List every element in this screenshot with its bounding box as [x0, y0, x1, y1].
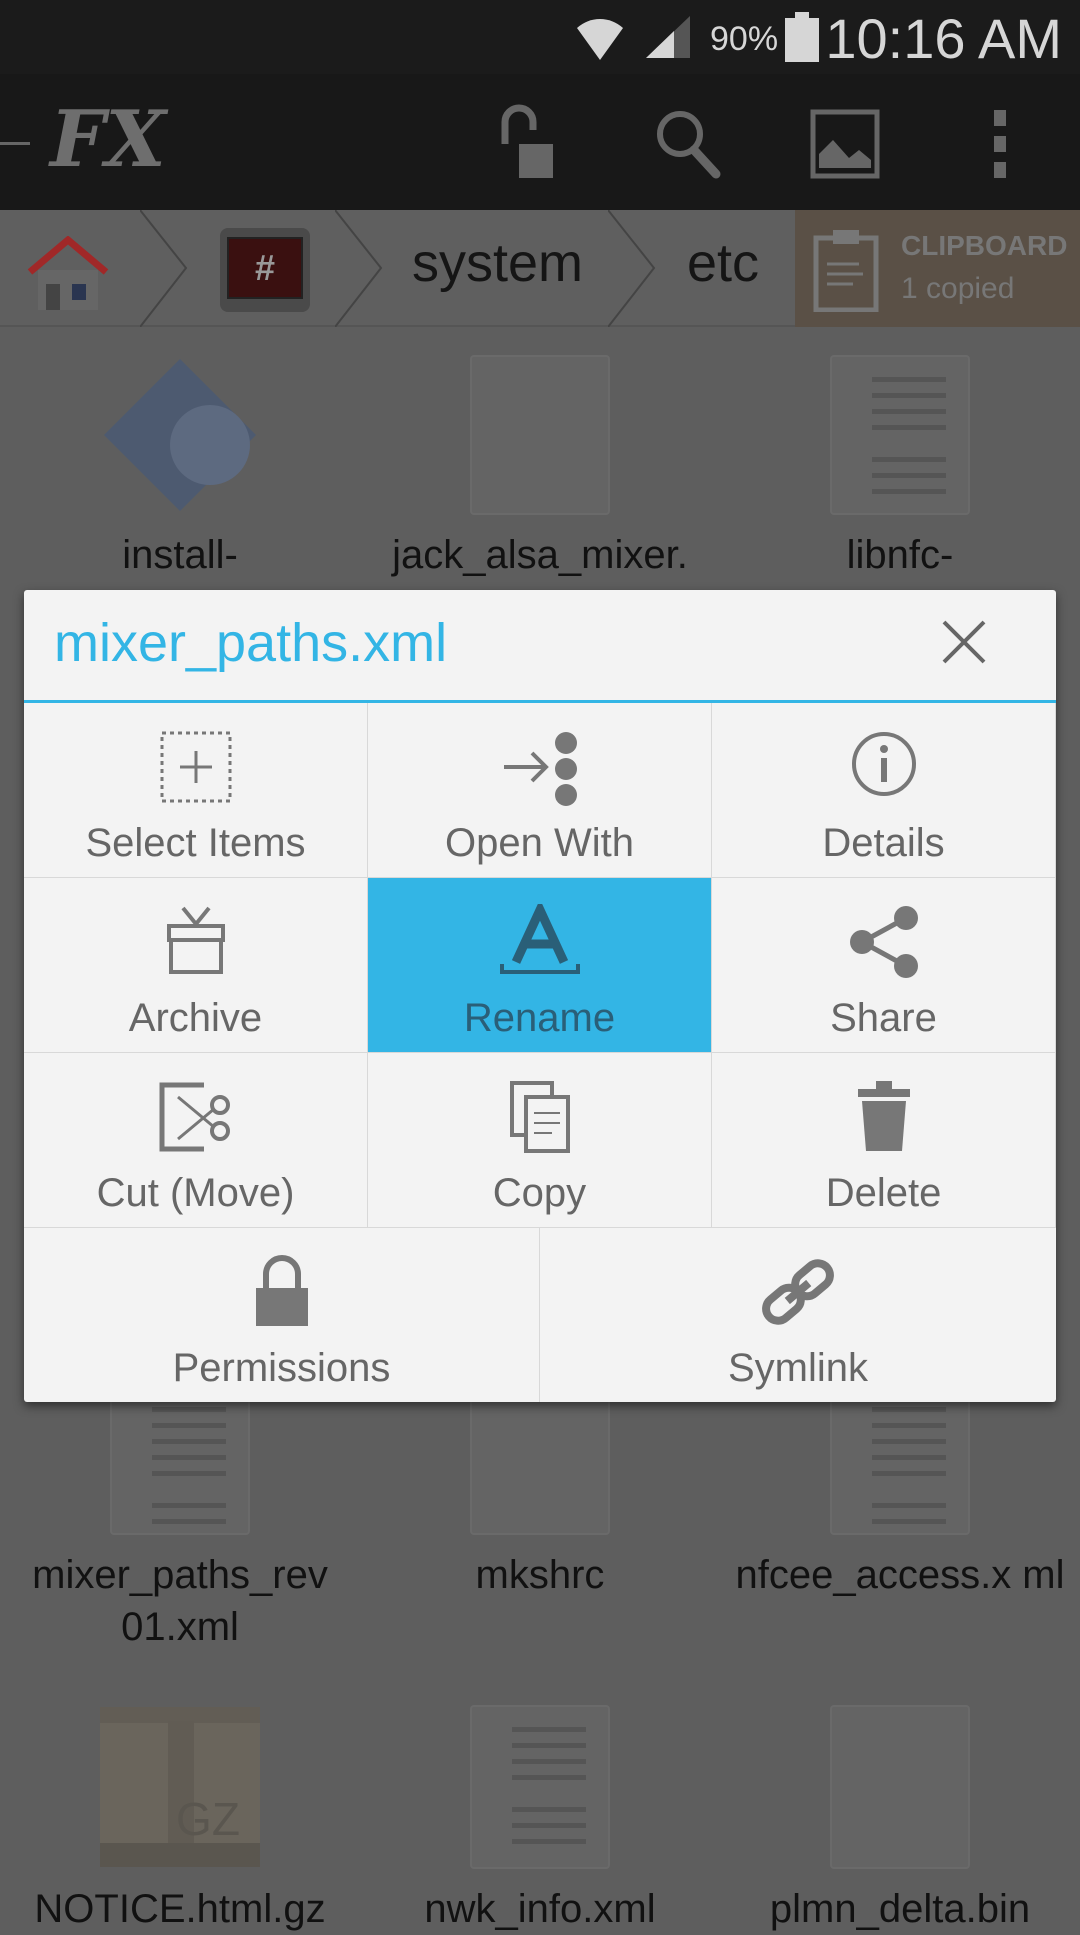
clipboard-button[interactable]: CLIPBOARD 1 copied	[795, 210, 1080, 327]
wifi-icon	[577, 19, 623, 60]
drawer-indicator[interactable]	[0, 142, 30, 145]
status-bar: 90% 10:16 AM	[0, 0, 1080, 74]
select-icon	[160, 731, 231, 803]
home-icon[interactable]	[26, 236, 110, 312]
archive-icon	[166, 906, 225, 974]
copy-icon	[509, 1081, 570, 1153]
gz-archive-icon: GZ	[100, 1707, 260, 1867]
clipboard-icon	[813, 230, 879, 312]
text-file-icon	[830, 355, 970, 515]
trash-icon	[857, 1081, 910, 1151]
file-item[interactable]: GZ NOTICE.html.gz	[10, 1705, 350, 1935]
file-name: mixer_paths_rev 01.xml	[32, 1553, 328, 1649]
battery-icon	[785, 12, 819, 62]
action-bar: FX	[0, 74, 1080, 210]
crumb-system[interactable]: system	[412, 232, 583, 294]
file-name: nwk_info.xml	[424, 1887, 656, 1931]
chevron-icon	[140, 210, 188, 327]
chevron-icon	[608, 210, 656, 327]
share-icon	[849, 906, 918, 978]
unlock-icon[interactable]	[495, 104, 575, 184]
open-with-icon	[503, 732, 577, 806]
file-icon	[470, 355, 610, 515]
clipboard-title: CLIPBOARD	[901, 230, 1068, 261]
lock-icon	[255, 1255, 308, 1326]
file-item[interactable]: jack_alsa_mixer.	[370, 355, 710, 581]
file-name: install-	[122, 533, 238, 577]
gallery-icon[interactable]	[805, 104, 885, 184]
file-item[interactable]: install-	[10, 355, 350, 581]
search-icon[interactable]	[650, 104, 730, 184]
file-item[interactable]: libnfc-	[730, 355, 1070, 581]
clipboard-count: 1 copied	[901, 272, 1015, 305]
clock: 10:16 AM	[825, 7, 1062, 70]
action-label: Open With	[445, 821, 634, 865]
open-with-button[interactable]: Open With	[368, 703, 712, 878]
svg-text:GZ: GZ	[176, 1793, 240, 1845]
crumb-etc[interactable]: etc	[687, 232, 759, 294]
cut-icon	[159, 1082, 230, 1152]
action-label: Permissions	[172, 1346, 391, 1390]
action-label: Archive	[128, 996, 263, 1040]
action-label: Details	[822, 821, 945, 865]
file-item[interactable]: nwk_info.xml	[370, 1705, 710, 1935]
action-label: Rename	[463, 996, 616, 1040]
overflow-menu-icon[interactable]	[960, 104, 1040, 184]
close-icon[interactable]	[934, 612, 994, 672]
permissions-button[interactable]: Permissions	[24, 1228, 540, 1402]
dialog-title: mixer_paths.xml	[54, 613, 448, 673]
root-icon[interactable]: #	[220, 228, 310, 312]
chevron-icon	[335, 210, 383, 327]
link-icon	[762, 1259, 834, 1325]
action-label: Copy	[492, 1171, 587, 1215]
signal-icon	[646, 16, 690, 58]
app-logo[interactable]: FX	[50, 94, 166, 185]
select-items-button[interactable]: Select Items	[24, 703, 368, 878]
file-name: mkshrc	[475, 1553, 605, 1597]
action-label: Select Items	[85, 821, 306, 865]
cut-button[interactable]: Cut (Move)	[24, 1053, 368, 1228]
file-actions-dialog: mixer_paths.xml Select Items Open With D…	[24, 590, 1056, 1402]
copy-button[interactable]: Copy	[368, 1053, 712, 1228]
battery-percent: 90%	[710, 20, 779, 58]
installer-icon	[104, 359, 256, 511]
rename-icon	[499, 904, 580, 974]
file-name: nfcee_access.x ml	[735, 1553, 1065, 1597]
file-name: libnfc-	[846, 533, 954, 577]
file-name: jack_alsa_mixer.	[392, 533, 688, 577]
file-name: NOTICE.html.gz	[34, 1887, 326, 1931]
rename-button[interactable]: Rename	[368, 878, 712, 1053]
breadcrumb: # system etc CLIPBOARD 1 copied	[0, 210, 1080, 327]
file-name: plmn_delta.bin	[769, 1887, 1031, 1931]
svg-text:#: #	[255, 247, 275, 288]
archive-button[interactable]: Archive	[24, 878, 368, 1053]
text-file-icon	[470, 1705, 610, 1869]
action-label: Cut (Move)	[96, 1171, 295, 1215]
file-item[interactable]: plmn_delta.bin	[730, 1705, 1070, 1935]
file-icon	[830, 1705, 970, 1869]
action-label: Symlink	[727, 1346, 869, 1390]
action-label: Delete	[825, 1171, 942, 1215]
details-button[interactable]: Details	[712, 703, 1056, 878]
share-button[interactable]: Share	[712, 878, 1056, 1053]
action-label: Share	[830, 996, 937, 1040]
delete-button[interactable]: Delete	[712, 1053, 1056, 1228]
symlink-button[interactable]: Symlink	[540, 1228, 1056, 1402]
info-icon	[851, 732, 916, 796]
